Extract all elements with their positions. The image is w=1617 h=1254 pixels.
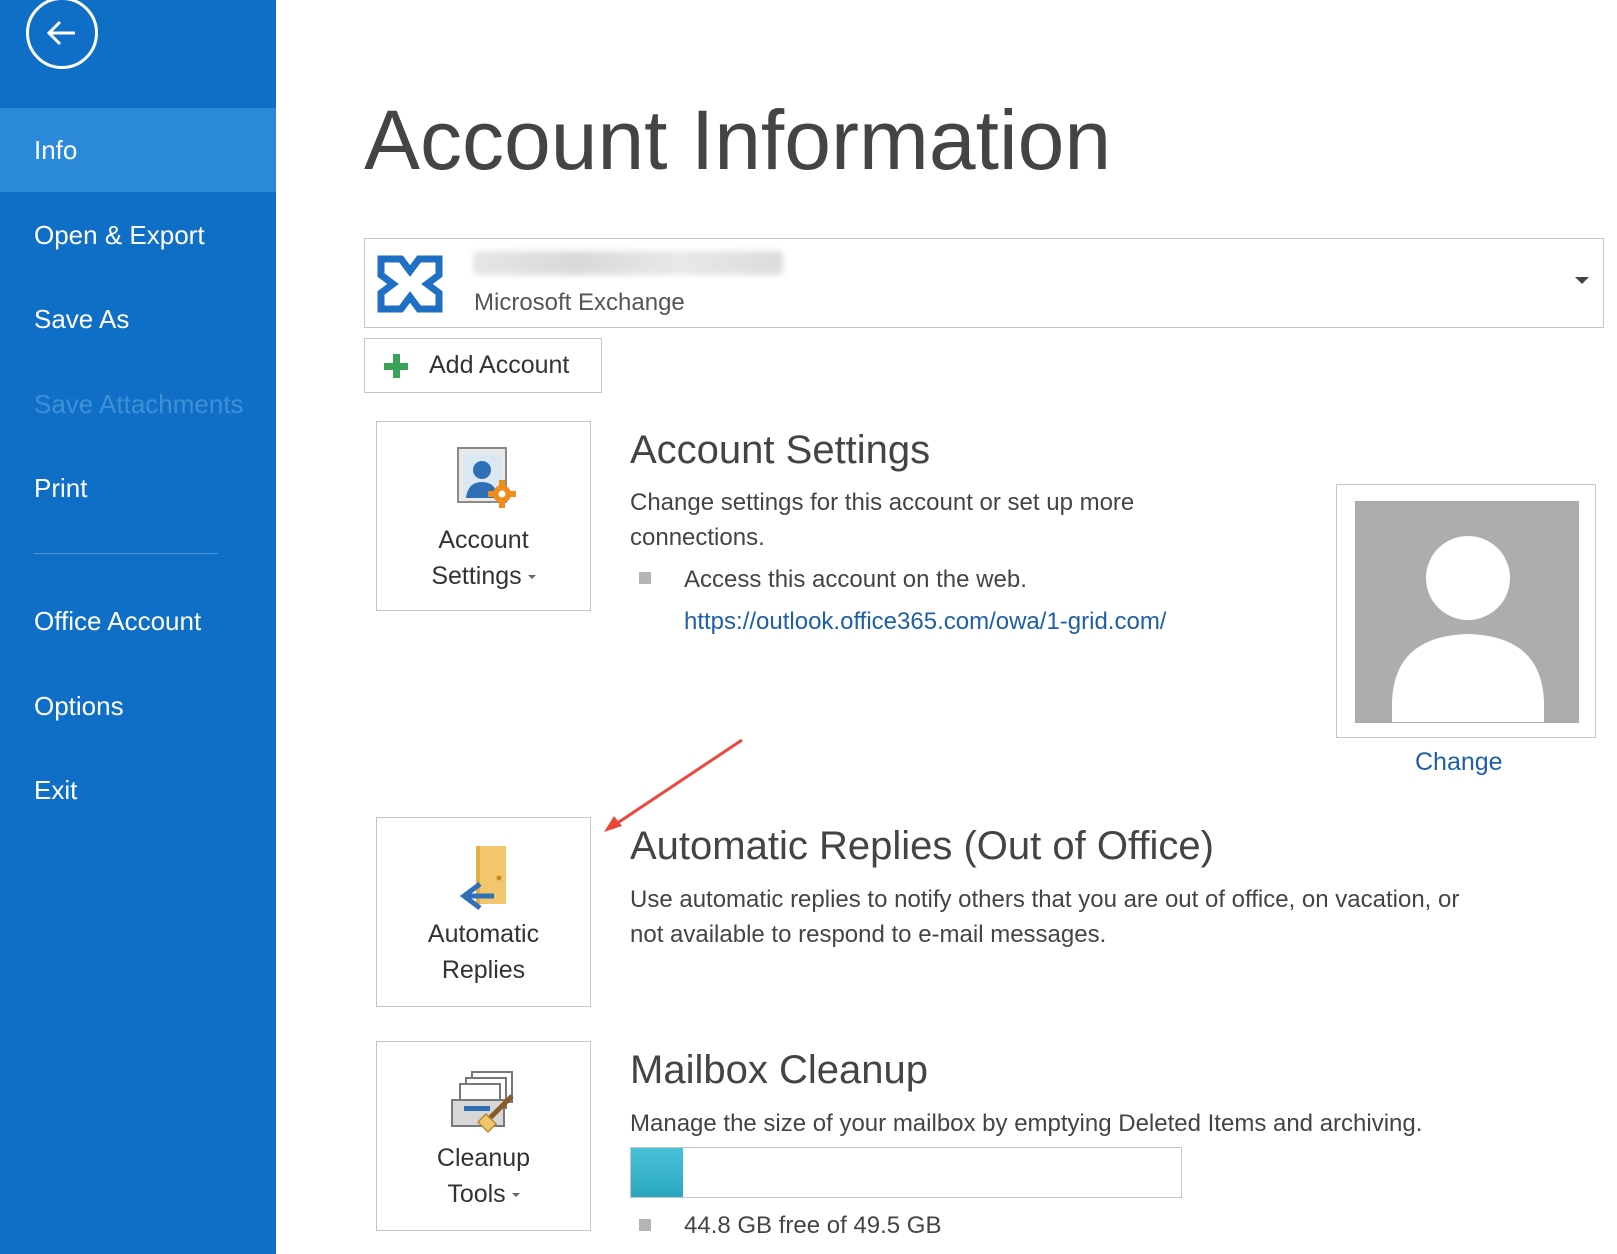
cleanup-tile-label-1: Cleanup — [436, 1144, 531, 1172]
person-placeholder-icon — [1392, 536, 1544, 722]
sidebar-item-office-account[interactable]: Office Account — [0, 579, 276, 663]
cleanup-tools-button[interactable]: Cleanup Tools — [376, 1041, 591, 1231]
account-settings-tile-label-2: Settings — [431, 562, 522, 590]
mailbox-cleanup-title: Mailbox Cleanup — [630, 1048, 928, 1092]
mailbox-storage-text: 44.8 GB free of 49.5 GB — [684, 1212, 942, 1239]
page-title: Account Information — [364, 93, 1112, 187]
cleanup-tools-icon — [450, 1071, 514, 1134]
account-settings-desc-1: Change settings for this account or set … — [630, 489, 1135, 516]
sidebar-item-exit[interactable]: Exit — [0, 748, 276, 832]
cleanup-tile-label-2-wrap: Tools — [377, 1176, 590, 1212]
sidebar-divider — [34, 553, 218, 554]
bullet-icon — [639, 572, 651, 584]
chevron-down-icon — [527, 575, 536, 580]
sidebar-item-print[interactable]: Print — [0, 446, 276, 530]
sidebar-item-options[interactable]: Options — [0, 664, 276, 748]
bullet-icon — [639, 1219, 651, 1231]
backstage-sidebar: Info Open & Export Save As Save Attachme… — [0, 0, 276, 1254]
automatic-replies-icon — [459, 846, 506, 910]
account-settings-icon — [456, 447, 516, 508]
account-settings-title: Account Settings — [630, 428, 931, 472]
mailbox-storage-fill — [631, 1148, 684, 1197]
account-email-redacted — [473, 251, 783, 275]
profile-photo — [1336, 484, 1596, 738]
automatic-replies-tile-label-2: Replies — [441, 956, 526, 984]
add-account-label: Add Account — [429, 351, 570, 379]
cleanup-tile-label-2: Tools — [447, 1180, 506, 1208]
account-settings-tile-label-1: Account — [438, 526, 529, 554]
exchange-icon — [377, 255, 443, 313]
chevron-down-icon — [511, 1193, 520, 1198]
account-settings-button[interactable]: Account Settings — [376, 421, 591, 611]
profile-photo-image — [1355, 501, 1579, 723]
plus-icon — [384, 354, 408, 378]
annotation-arrow-icon — [604, 738, 743, 832]
dropdown-arrow-icon[interactable] — [1575, 277, 1589, 284]
sidebar-item-open-export[interactable]: Open & Export — [0, 193, 276, 277]
add-account-button[interactable]: Add Account — [364, 338, 602, 393]
sidebar-item-save-attachments: Save Attachments — [34, 389, 244, 419]
change-photo-link[interactable]: Change — [1415, 748, 1503, 777]
web-access-text: Access this account on the web. — [684, 566, 1027, 593]
account-settings-desc-2: connections. — [630, 524, 765, 551]
automatic-replies-button[interactable]: Automatic Replies — [376, 817, 591, 1007]
automatic-replies-desc-2: not available to respond to e-mail messa… — [630, 921, 1107, 948]
account-settings-tile-label-2-wrap: Settings — [377, 558, 590, 594]
sidebar-item-info[interactable]: Info — [0, 108, 276, 192]
owa-link[interactable]: https://outlook.office365.com/owa/1-grid… — [684, 608, 1166, 636]
account-type: Microsoft Exchange — [474, 289, 685, 316]
automatic-replies-title: Automatic Replies (Out of Office) — [630, 824, 1214, 868]
account-selector[interactable]: Microsoft Exchange — [364, 238, 1604, 328]
mailbox-cleanup-desc: Manage the size of your mailbox by empty… — [630, 1110, 1423, 1137]
back-button[interactable] — [26, 0, 98, 69]
automatic-replies-tile-label-1: Automatic — [427, 920, 540, 948]
mailbox-storage-bar — [630, 1147, 1182, 1198]
sidebar-item-save-as[interactable]: Save As — [0, 277, 276, 361]
back-arrow-icon — [46, 20, 75, 46]
automatic-replies-desc-1: Use automatic replies to notify others t… — [630, 886, 1460, 913]
